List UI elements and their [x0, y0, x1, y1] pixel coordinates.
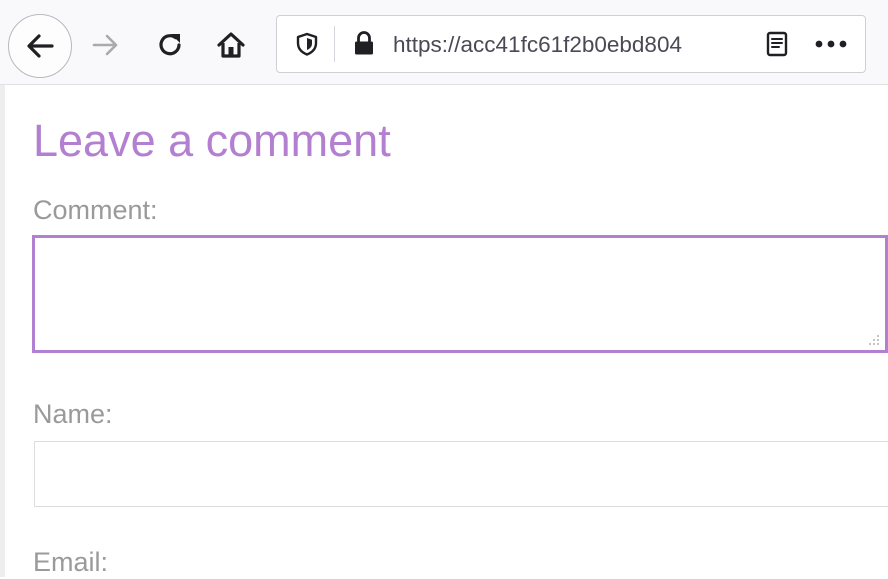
resize-grip-icon[interactable] [865, 331, 881, 347]
tracking-shield-icon [296, 32, 318, 56]
reader-view-button[interactable] [763, 30, 791, 58]
page-content: Leave a comment Comment: Name: Email: [0, 85, 888, 577]
reader-view-icon [766, 31, 788, 57]
back-arrow-icon [27, 34, 54, 58]
reload-icon [159, 34, 181, 56]
name-label: Name: [33, 399, 113, 429]
forward-button[interactable] [83, 22, 129, 68]
forward-arrow-icon [92, 34, 118, 56]
address-bar-divider [334, 26, 335, 62]
comment-label: Comment: [33, 195, 158, 225]
name-input[interactable] [34, 441, 888, 507]
comment-textarea[interactable] [32, 235, 888, 353]
site-security-button[interactable] [351, 29, 377, 57]
back-button[interactable] [8, 14, 72, 78]
reload-button[interactable] [147, 22, 193, 68]
page-title: Leave a comment [33, 115, 391, 166]
more-actions-icon [815, 40, 847, 48]
url-text[interactable]: https://acc41fc61f2b0ebd804 [393, 30, 748, 60]
lock-icon [355, 31, 373, 55]
address-bar[interactable]: https://acc41fc61f2b0ebd804 [276, 15, 866, 73]
browser-toolbar: https://acc41fc61f2b0ebd804 [0, 0, 888, 85]
tracking-shield-button[interactable] [293, 30, 321, 58]
page-actions-button[interactable] [809, 30, 853, 58]
home-button[interactable] [208, 22, 254, 68]
email-label: Email: [33, 547, 109, 577]
home-icon [217, 32, 245, 58]
